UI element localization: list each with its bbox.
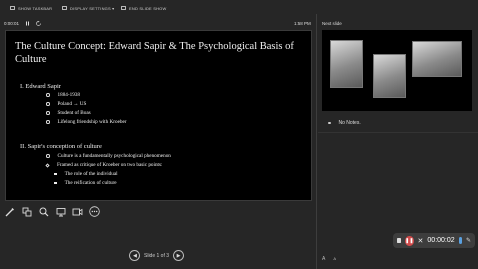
pen-icon [5,207,14,216]
play-icon: ▶ [176,252,181,259]
camera-button[interactable] [72,206,83,217]
display-settings-label: DISPLAY SETTINGS ▾ [70,5,115,11]
camera-icon [72,208,83,215]
list-item: Framed as critique of Kroeber on two bas… [45,162,162,168]
end-slide-show-button[interactable]: END SLIDE SHOW [121,4,166,12]
zoom-icon [39,207,48,216]
screen-icon [56,207,65,216]
annotate-pen-icon[interactable]: ✎ [466,237,471,244]
slide-title: The Culture Concept: Edward Sapir & The … [15,41,294,65]
portrait-photo [330,40,363,88]
pen-tool-button[interactable] [4,206,15,217]
microphone-icon[interactable] [458,237,462,244]
pause-recording-button[interactable]: ❚❚ [405,235,414,246]
taskbar-icon [10,6,15,10]
slide-navigation: ▶ Slide 1 of 3 ▶ [129,250,185,261]
elapsed-time: 0:00:01 [4,21,20,26]
circle-bullet-icon [46,102,50,106]
next-slide-preview[interactable] [322,30,472,111]
decrease-text-size-icon[interactable]: A [333,256,336,262]
list-item: Culture is a fundamentally psychological… [46,153,171,159]
list-item: 1884-1938 [46,92,80,98]
display-icon [62,6,67,10]
increase-text-size-icon[interactable]: A [322,256,325,262]
notes-bullet-icon [328,121,331,125]
show-taskbar-label: SHOW TASKBAR [18,5,53,11]
list-item: Student of Boas [46,110,91,116]
next-slide-button[interactable]: ▶ [173,250,185,261]
list-item: The role of the individual [54,171,118,177]
slides-grid-icon [22,207,31,216]
square-bullet-icon [54,181,57,185]
previous-slide-button[interactable]: ▶ [129,250,140,261]
display-settings-button[interactable]: DISPLAY SETTINGS ▾ [62,4,114,12]
restart-timer-icon[interactable] [36,21,41,26]
square-bullet-icon [54,172,57,176]
pane-divider[interactable] [316,14,317,269]
section-heading: II. Sapir's conception of culture [20,143,102,150]
play-icon: ▶ [132,252,137,259]
circle-bullet-icon [46,111,50,115]
notes-pane: No Notes. [328,120,361,126]
notes-divider [318,132,478,133]
group-photo [373,54,406,98]
more-icon [89,206,100,217]
show-taskbar-button[interactable]: SHOW TASKBAR [10,4,52,12]
end-slide-show-label: END SLIDE SHOW [129,5,167,11]
text-size-controls: A A [322,256,336,262]
pause-icon: ❚❚ [405,237,414,244]
outdoor-photo [412,41,462,77]
stop-recording-button[interactable] [397,238,402,243]
circle-bullet-icon [46,93,50,97]
black-screen-button[interactable] [55,206,66,217]
circle-bullet-icon [46,120,50,124]
pause-timer-icon[interactable] [25,21,30,26]
presenter-toolbar: SHOW TASKBAR DISPLAY SETTINGS ▾ END SLID… [0,0,478,16]
section-heading: I. Edward Sapir [20,83,61,90]
slide-counter[interactable]: Slide 1 of 3 [144,253,169,259]
circle-bullet-icon [46,154,50,158]
diamond-bullet-icon [45,162,50,168]
close-icon[interactable]: ✕ [418,237,424,245]
list-item: Lifelong friendship with Kroeber [46,119,127,125]
recording-time: 00:00:02 [427,237,455,244]
next-slide-label: Next slide [322,21,342,26]
zoom-button[interactable] [38,206,49,217]
list-item: The reification of culture [54,180,117,186]
list-item: Poland → US [46,101,86,107]
timer-controls: 0:00:01 [4,19,41,28]
end-show-icon [121,6,126,10]
current-slide: The Culture Concept: Edward Sapir & The … [5,30,312,201]
see-all-slides-button[interactable] [21,206,32,217]
presenter-tools [4,206,100,217]
notes-text: No Notes. [338,120,361,126]
clock: 1:58 PM [294,21,311,26]
more-options-button[interactable] [89,206,100,217]
recording-toolbar: ❚❚ ✕ 00:00:02 ✎ [393,233,475,248]
